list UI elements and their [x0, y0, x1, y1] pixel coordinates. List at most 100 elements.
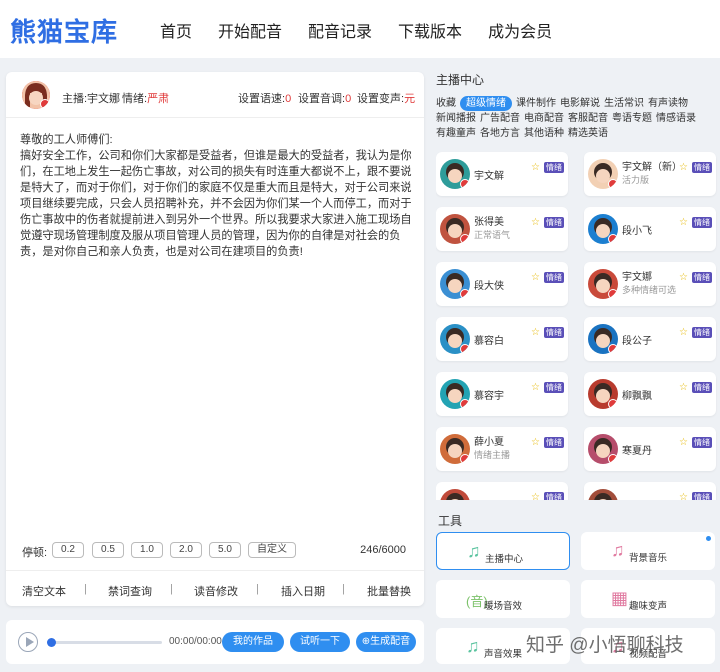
tag-item[interactable]: 粤语专题: [612, 111, 652, 126]
tool-label: 背景音乐: [628, 553, 667, 564]
anchor-card[interactable]: 宇文解 ☆ 情绪: [436, 152, 568, 196]
star-icon[interactable]: ☆: [679, 217, 688, 228]
emotion-value: 严肃: [147, 93, 170, 105]
tool-warmup-sfx[interactable]: (音) 暖场音效: [436, 580, 570, 618]
pause-5.0-button[interactable]: 5.0: [209, 542, 241, 558]
anchor-card[interactable]: 宇文娜 多种情绪可选 ☆ 情绪: [584, 262, 716, 306]
anchor-name: 寒夏丹: [622, 446, 652, 457]
pronunciation-edit-button[interactable]: 读音修改: [194, 583, 238, 599]
nav-home[interactable]: 首页: [160, 18, 192, 42]
forbidden-words-button[interactable]: 禁词查询: [108, 583, 152, 599]
tool-voice-change[interactable]: ▦ 趣味变声: [581, 580, 715, 618]
star-icon[interactable]: ☆: [679, 492, 688, 500]
tag-item[interactable]: 新闻播报: [436, 111, 476, 126]
tag-item[interactable]: 情感语录: [656, 111, 696, 126]
star-icon[interactable]: ☆: [531, 382, 540, 393]
tag-item[interactable]: 收藏: [436, 96, 456, 111]
star-icon[interactable]: ☆: [531, 492, 540, 500]
listen-preview-button[interactable]: 试听一下: [290, 632, 350, 652]
emotion-setting[interactable]: 情绪:严肃: [122, 90, 169, 106]
tag-item[interactable]: 有趣童声: [436, 126, 476, 141]
play-icon[interactable]: [18, 632, 38, 652]
anchor-avatar: [588, 159, 618, 189]
speed-setting[interactable]: 设置语速:0: [238, 90, 291, 106]
avatar-play-icon: [608, 399, 618, 409]
tag-item[interactable]: 精选英语: [568, 126, 608, 141]
clear-text-button[interactable]: 清空文本: [22, 583, 66, 599]
star-icon[interactable]: ☆: [531, 162, 540, 173]
star-icon[interactable]: ☆: [531, 327, 540, 338]
voice-change-setting[interactable]: 设置变声:元: [357, 90, 415, 106]
category-tags: 收藏 超级情绪 课件制作 电影解说 生活常识 有声读物新闻播报 广告配音 电商配音 客服配音 粤语…: [436, 96, 720, 141]
anchor-card[interactable]: 寒夏丹 ☆ 情绪: [584, 427, 716, 471]
tag-item-active[interactable]: 超级情绪: [460, 96, 512, 111]
emotion-badge: 情绪: [544, 437, 564, 448]
app-logo[interactable]: 熊猫宝库: [10, 12, 118, 49]
pause-0.2-button[interactable]: 0.2: [52, 542, 84, 558]
tag-item[interactable]: 其他语种: [524, 126, 564, 141]
nav-download[interactable]: 下载版本: [398, 18, 462, 42]
nav-dubbing-records[interactable]: 配音记录: [308, 18, 372, 42]
anchor-subtitle: 多种情绪可选: [622, 285, 677, 295]
notify-dot: [706, 536, 711, 541]
avatar-play-icon: [608, 344, 618, 354]
pause-0.5-button[interactable]: 0.5: [92, 542, 124, 558]
anchor-card[interactable]: 夏夏云 ☆ 情绪: [584, 482, 716, 500]
avatar-play-icon: [460, 234, 470, 244]
pause-1.0-button[interactable]: 1.0: [131, 542, 163, 558]
pause-custom-button[interactable]: 自定义: [248, 542, 296, 558]
tag-item[interactable]: 课件制作: [516, 96, 556, 111]
editor-actions: 清空文本 | 禁词查询 | 读音修改 | 插入日期 | 批量替换: [6, 570, 424, 606]
script-textarea[interactable]: 尊敬的工人师傅们: 搞好安全工作，公司和你们大家都是受益者，但谁是最大的受益者，…: [20, 132, 414, 260]
anchor-card[interactable]: 薛小夏 情绪主播 ☆ 情绪: [436, 427, 568, 471]
anchor-card[interactable]: 慕容宇 ☆ 情绪: [436, 372, 568, 416]
my-works-button[interactable]: 我的作品: [222, 632, 284, 652]
char-count: 246/6000: [360, 544, 406, 556]
star-icon[interactable]: ☆: [679, 272, 688, 283]
script-greeting: 尊敬的工人师傅们:: [20, 134, 113, 146]
tag-item[interactable]: 电商配音: [524, 111, 564, 126]
star-icon[interactable]: ☆: [679, 437, 688, 448]
nav-start-dubbing[interactable]: 开始配音: [218, 18, 282, 42]
anchor-card[interactable]: 慕容白 ☆ 情绪: [436, 317, 568, 361]
anchor-card[interactable]: 柳飘飘 ☆ 情绪: [584, 372, 716, 416]
anchor-card[interactable]: 段大侠 ☆ 情绪: [436, 262, 568, 306]
anchor-avatar[interactable]: [22, 81, 50, 109]
progress-knob[interactable]: [47, 638, 56, 647]
tag-item[interactable]: 客服配音: [568, 111, 608, 126]
tool-label: 趣味变声: [628, 601, 667, 612]
star-icon[interactable]: ☆: [531, 272, 540, 283]
action-separator: |: [170, 583, 173, 595]
anchor-card[interactable]: 段公子 ☆ 情绪: [584, 317, 716, 361]
avatar-play-icon: [460, 179, 470, 189]
insert-date-button[interactable]: 插入日期: [281, 583, 325, 599]
nav-membership[interactable]: 成为会员: [488, 18, 552, 42]
tag-item[interactable]: 电影解说: [560, 96, 600, 111]
batch-replace-button[interactable]: 批量替换: [367, 583, 411, 599]
generate-dubbing-button[interactable]: ⊕生成配音: [356, 632, 416, 652]
avatar-play-icon: [460, 399, 470, 409]
top-header: 熊猫宝库 首页 开始配音 配音记录 下载版本 成为会员: [0, 0, 720, 58]
tag-item[interactable]: 有声读物: [648, 96, 688, 111]
star-icon[interactable]: ☆: [531, 437, 540, 448]
anchor-card[interactable]: 颜雄娇 ☆ 情绪: [436, 482, 568, 500]
tool-anchor-center[interactable]: ♫ 主播中心: [436, 532, 570, 570]
pause-2.0-button[interactable]: 2.0: [170, 542, 202, 558]
progress-slider[interactable]: [47, 638, 162, 647]
tag-item[interactable]: 生活常识: [604, 96, 644, 111]
anchor-name: 颜雄娇: [474, 497, 504, 500]
star-icon[interactable]: ☆: [679, 327, 688, 338]
star-icon[interactable]: ☆: [531, 217, 540, 228]
tag-item[interactable]: 各地方言: [480, 126, 520, 141]
anchor-card[interactable]: 宇文解（新） 活力版 ☆ 情绪: [584, 152, 716, 196]
star-icon[interactable]: ☆: [679, 382, 688, 393]
pitch-setting[interactable]: 设置音调:0: [298, 90, 351, 106]
pause-label: 停顿:: [22, 547, 48, 559]
anchor-card[interactable]: 段小飞 ☆ 情绪: [584, 207, 716, 251]
tools-title: 工具: [438, 514, 463, 528]
star-icon[interactable]: ☆: [679, 162, 688, 173]
anchor-avatar: [440, 324, 470, 354]
tag-item[interactable]: 广告配音: [480, 111, 520, 126]
tool-bgm[interactable]: ♫ 背景音乐: [581, 532, 715, 570]
anchor-card[interactable]: 张得美 正常语气 ☆ 情绪: [436, 207, 568, 251]
